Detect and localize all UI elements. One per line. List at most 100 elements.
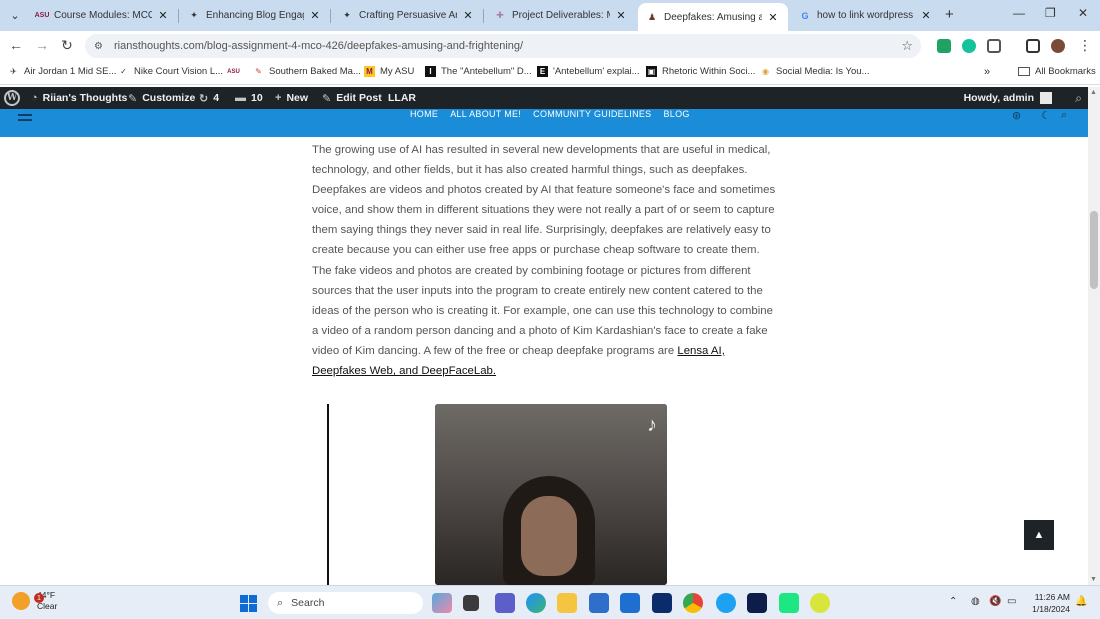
wordpress-icon[interactable]: ⊛ (1012, 109, 1021, 122)
file-explorer-icon[interactable] (557, 593, 577, 613)
back-icon[interactable]: ← (7, 37, 25, 53)
minimize-icon[interactable]: — (1013, 6, 1025, 20)
bookmark-item[interactable]: ✓ Nike Court Vision L... (118, 66, 223, 77)
restore-icon[interactable]: ❐ (1045, 6, 1056, 20)
nav-blog[interactable]: BLOG (664, 109, 690, 119)
lingo-l-icon[interactable] (652, 593, 672, 613)
chrome-icon[interactable] (683, 593, 703, 613)
bookmark-item[interactable]: E 'Antebellum' explai... (537, 66, 640, 77)
close-icon[interactable]: ✕ (308, 9, 322, 22)
microsoft-store-icon[interactable] (589, 593, 609, 613)
bookmark-item[interactable]: ◉ Social Media: Is You... (760, 66, 869, 77)
disney-plus-icon[interactable] (747, 593, 767, 613)
bookmark-item[interactable]: M My ASU (364, 66, 414, 77)
pencil-icon: ✎ (322, 92, 332, 105)
howdy-label: Howdy, admin (963, 92, 1034, 104)
browser-menu-icon[interactable]: ⋮ (1076, 37, 1094, 54)
close-window-icon[interactable]: ✕ (1078, 6, 1088, 20)
admin-updates[interactable]: ↻ 4 (199, 87, 219, 109)
bookmark-star-icon[interactable]: ☆ (901, 38, 913, 54)
bookmark-item[interactable]: I The "Antebellum" D... (425, 66, 532, 77)
scroll-to-top-button[interactable]: ▲ (1024, 520, 1054, 550)
site-info-icon[interactable]: ⚙ (94, 41, 108, 52)
tab-how-to-link[interactable]: G how to link wordpress to ✕ (791, 3, 941, 28)
admin-llar[interactable]: LLAR (388, 87, 416, 109)
extension-icon[interactable] (937, 39, 951, 53)
show-hidden-icons[interactable]: ⌃ (949, 596, 957, 607)
tab-deepfakes[interactable]: ♟ Deepfakes: Amusing and Frightening ✕ (638, 3, 788, 31)
close-icon[interactable]: ✕ (156, 9, 170, 22)
scrollbar-thumb[interactable] (1090, 211, 1098, 289)
admin-comments[interactable]: ▬ 10 (235, 87, 263, 109)
admin-customize[interactable]: ✎ Customize (128, 87, 195, 109)
tab-project-deliverables[interactable]: ✚ Project Deliverables: Meaning ✕ (486, 3, 636, 28)
close-icon[interactable]: ✕ (614, 9, 628, 22)
alexa-icon[interactable] (716, 593, 736, 613)
new-tab-button[interactable]: + (945, 6, 954, 23)
dark-mode-moon-icon[interactable]: ☾ (1041, 109, 1051, 122)
network-globe-icon[interactable]: ◍ (971, 596, 980, 607)
teams-icon[interactable] (495, 593, 515, 613)
windows-start-icon[interactable] (240, 595, 257, 612)
admin-site-name[interactable]: ◔ Riian's Thoughts (31, 87, 127, 109)
tab-course-modules[interactable]: ASU Course Modules: MCO 426 ✕ (28, 3, 178, 28)
admin-edit-post[interactable]: ✎ Edit Post (322, 87, 382, 109)
checkmark-app-icon[interactable] (810, 593, 830, 613)
tab-crafting-persuasive[interactable]: ✦ Crafting Persuasive Articles ✕ (333, 3, 483, 28)
widgets-app-icon[interactable] (432, 593, 452, 613)
admin-account[interactable]: Howdy, admin (964, 87, 1052, 109)
tab-title: Enhancing Blog Engagement (206, 10, 304, 21)
nav-community-guidelines[interactable]: COMMUNITY GUIDELINES (533, 109, 651, 119)
task-view-icon[interactable] (463, 595, 479, 611)
tab-search-chevron-icon[interactable]: ⌄ (5, 5, 25, 25)
address-bar[interactable]: ⚙ riansthoughts.com/blog-assignment-4-mc… (85, 34, 921, 58)
extensions-puzzle-icon[interactable] (987, 39, 1001, 53)
notification-bell-icon[interactable]: 🔔 (1075, 596, 1087, 607)
bookmark-item[interactable]: ASU (227, 66, 244, 77)
taskbar-clock[interactable]: 11:26 AM 1/18/2024 (1026, 591, 1070, 615)
hulu-icon[interactable] (779, 593, 799, 613)
tiktok-video-embed[interactable]: ♪ (435, 404, 667, 585)
page-scrollbar[interactable]: ▲ ▼ (1088, 87, 1100, 585)
i-icon: I (425, 66, 436, 77)
admin-new[interactable]: + New (275, 87, 308, 109)
edge-icon[interactable] (526, 593, 546, 613)
scroll-up-icon[interactable]: ▲ (1090, 89, 1097, 96)
nav-all-about-me[interactable]: ALL ABOUT ME! (450, 109, 521, 119)
profile-avatar[interactable] (1051, 39, 1065, 53)
search-icon[interactable]: ⌕ (1075, 91, 1082, 106)
scroll-down-icon[interactable]: ▼ (1090, 576, 1097, 583)
bookmark-label: Southern Baked Ma... (269, 66, 361, 77)
reload-icon[interactable]: ↻ (58, 37, 76, 54)
bookmark-item[interactable]: ✈ Air Jordan 1 Mid SE... (8, 66, 116, 77)
side-panel-icon[interactable] (1026, 39, 1040, 53)
wordpress-logo-icon[interactable]: W (4, 90, 20, 106)
mail-icon[interactable] (620, 593, 640, 613)
speaker-mute-icon[interactable]: 🔇 (989, 596, 1001, 607)
hamburger-menu-icon[interactable] (18, 114, 32, 124)
comment-icon: ▬ (235, 92, 246, 104)
search-icon[interactable]: ⌕ (1061, 109, 1067, 122)
taskbar-search[interactable]: ⌕ Search (268, 592, 423, 614)
more-bookmarks-icon[interactable]: » (984, 66, 990, 78)
browser-toolbar: ← → ↻ ⚙ riansthoughts.com/blog-assignmen… (0, 31, 1100, 61)
grammarly-icon[interactable] (962, 39, 976, 53)
nav-home[interactable]: HOME (410, 109, 438, 119)
new-label: New (286, 92, 309, 104)
tab-enhancing-blog[interactable]: ✦ Enhancing Blog Engagement ✕ (180, 3, 330, 28)
bookmark-label: Air Jordan 1 Mid SE... (24, 66, 117, 77)
forward-icon[interactable]: → (33, 37, 51, 53)
weather-widget[interactable]: 1 44°F Clear (12, 590, 57, 612)
all-bookmarks[interactable]: All Bookmarks (1018, 66, 1096, 77)
close-icon[interactable]: ✕ (461, 9, 475, 22)
embed-border (327, 404, 329, 585)
bookmark-item[interactable]: ✎ Southern Baked Ma... (253, 66, 361, 77)
tab-title: Course Modules: MCO 426 (54, 10, 152, 21)
site-name-label: Riian's Thoughts (42, 92, 128, 104)
url-text[interactable]: riansthoughts.com/blog-assignment-4-mco-… (114, 40, 523, 52)
close-icon[interactable]: ✕ (766, 11, 780, 24)
bookmark-item[interactable]: ▣ Rhetoric Within Soci... (646, 66, 755, 77)
battery-icon[interactable]: ▭ (1007, 596, 1016, 607)
paragraph-text: The growing use of AI has resulted in se… (312, 144, 776, 357)
close-icon[interactable]: ✕ (919, 9, 933, 22)
